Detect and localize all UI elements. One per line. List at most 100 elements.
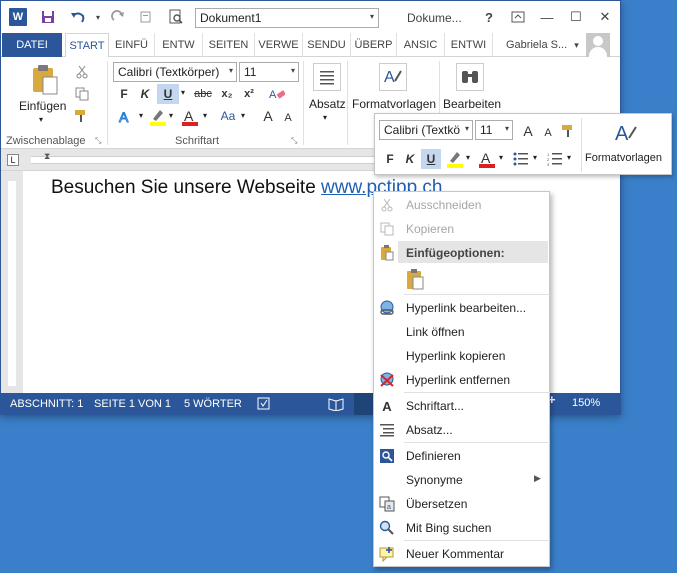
status-words[interactable]: 5 WÖRTER <box>184 398 242 410</box>
shrink-font-button[interactable]: A <box>279 109 297 127</box>
paste-icon[interactable] <box>27 63 63 97</box>
editing-group-label[interactable]: Bearbeiten <box>443 97 501 111</box>
clear-formatting-icon[interactable]: A <box>267 85 287 103</box>
chevron-down-icon[interactable]: ▾ <box>181 88 185 97</box>
mini-styles-icon[interactable]: A <box>611 120 643 146</box>
format-painter-qat-icon[interactable] <box>137 8 155 26</box>
vertical-ruler[interactable] <box>1 171 23 393</box>
mini-bold-button[interactable]: F <box>381 150 399 168</box>
tab-start[interactable]: START <box>65 33 109 58</box>
change-case-button[interactable]: Aa <box>215 107 241 125</box>
menu-item-synonyms[interactable]: Synonyme ▶ <box>374 468 549 492</box>
underline-button[interactable]: U <box>157 84 179 104</box>
highlight-color-icon[interactable] <box>147 107 169 127</box>
save-icon[interactable] <box>39 8 57 26</box>
menu-item-copy[interactable]: Kopieren <box>374 217 549 241</box>
styles-group-label[interactable]: Formatvorlagen <box>352 97 436 111</box>
tab-datei[interactable]: DATEI <box>2 33 62 57</box>
italic-button[interactable]: K <box>136 85 154 103</box>
tab-seitenlayout[interactable]: SEITEN <box>203 33 255 57</box>
menu-item-open-link[interactable]: Link öffnen <box>374 320 549 344</box>
chevron-down-icon[interactable]: ▾ <box>567 153 571 162</box>
subscript-button[interactable]: x₂ <box>217 85 237 103</box>
menu-item-define[interactable]: Definieren <box>374 444 549 468</box>
print-layout-icon[interactable] <box>354 393 374 415</box>
help-button[interactable]: ? <box>477 7 501 27</box>
menu-item-translate[interactable]: a Übersetzen <box>374 492 549 516</box>
menu-item-font[interactable]: A Schriftart... <box>374 394 549 418</box>
mini-font-color-icon[interactable]: A <box>477 149 497 169</box>
tab-entwurf[interactable]: ENTW <box>155 33 203 57</box>
tab-sendungen[interactable]: SENDU <box>303 33 351 57</box>
mini-grow-font-icon[interactable]: A <box>519 122 537 140</box>
text-effects-icon[interactable]: A <box>115 107 139 127</box>
tab-ansicht[interactable]: ANSIC <box>397 33 445 57</box>
mini-underline-button[interactable]: U <box>421 149 441 169</box>
copy-icon[interactable] <box>73 85 91 103</box>
undo-icon[interactable] <box>69 8 87 26</box>
mini-styles-label[interactable]: Formatvorlagen <box>585 152 662 164</box>
minimize-button[interactable]: — <box>535 7 559 27</box>
chevron-down-icon[interactable]: ▾ <box>323 113 327 122</box>
dialog-launcher-icon[interactable]: ⤡ <box>95 136 101 146</box>
mini-font-name-combo[interactable]: Calibri (Textkö ▾ <box>379 120 473 140</box>
chevron-down-icon[interactable]: ▾ <box>466 153 470 162</box>
grow-font-button[interactable]: A <box>259 107 277 125</box>
menu-item-new-comment[interactable]: Neuer Kommentar <box>374 542 549 566</box>
font-color-icon[interactable]: A <box>179 107 201 127</box>
tab-entwicklertools[interactable]: ENTWI <box>445 33 493 57</box>
redo-icon[interactable] <box>109 8 127 26</box>
tab-selector-icon[interactable]: L <box>7 154 19 166</box>
paragraph-group-label[interactable]: Absatz <box>309 97 346 111</box>
chevron-down-icon[interactable]: ▾ <box>241 111 245 120</box>
chevron-down-icon[interactable]: ▾ <box>139 111 143 120</box>
chevron-down-icon[interactable]: ▾ <box>203 111 207 120</box>
mini-format-painter-icon[interactable] <box>559 122 579 140</box>
document-name-select[interactable]: Dokument1 ▾ <box>195 8 379 28</box>
paragraph-icon[interactable] <box>313 63 341 91</box>
tab-ueberpruefen[interactable]: ÜBERP <box>351 33 397 57</box>
mini-highlight-icon[interactable] <box>445 149 465 169</box>
user-account[interactable]: Gabriela S... ▾ <box>506 39 579 51</box>
mini-font-size-combo[interactable]: 11 ▾ <box>475 120 513 140</box>
mini-italic-button[interactable]: K <box>401 150 419 168</box>
undo-dropdown-icon[interactable]: ▾ <box>89 8 107 26</box>
print-preview-icon[interactable] <box>167 8 185 26</box>
menu-item-edit-hyperlink[interactable]: Hyperlink bearbeiten... <box>374 296 549 320</box>
chevron-down-icon[interactable]: ▾ <box>39 115 43 124</box>
binoculars-icon[interactable] <box>456 63 484 91</box>
paste-label[interactable]: Einfügen <box>19 99 66 113</box>
zoom-level[interactable]: 150% <box>572 397 600 409</box>
mini-shrink-font-icon[interactable]: A <box>539 124 557 142</box>
menu-item-copy-hyperlink[interactable]: Hyperlink kopieren <box>374 344 549 368</box>
cut-icon[interactable] <box>73 63 91 81</box>
ribbon-display-options-icon[interactable] <box>506 7 530 27</box>
bold-button[interactable]: F <box>115 85 133 103</box>
status-section[interactable]: ABSCHNITT: 1 <box>10 398 83 410</box>
chevron-down-icon[interactable]: ▾ <box>169 111 173 120</box>
mini-numbering-icon[interactable]: 123 <box>545 149 565 169</box>
tab-verweise[interactable]: VERWE <box>255 33 303 57</box>
dialog-launcher-icon[interactable]: ⤡ <box>291 136 297 146</box>
font-name-combo[interactable]: Calibri (Textkörper) ▾ <box>113 62 237 82</box>
paste-keep-text-only-icon[interactable] <box>403 267 427 291</box>
word-logo-icon[interactable]: W <box>9 8 27 26</box>
menu-item-paragraph[interactable]: Absatz... <box>374 418 549 442</box>
menu-item-remove-hyperlink[interactable]: Hyperlink entfernen <box>374 368 549 392</box>
strikethrough-button[interactable]: abc <box>191 85 215 103</box>
font-size-combo[interactable]: 11 ▾ <box>239 62 299 82</box>
superscript-button[interactable]: x² <box>239 85 259 103</box>
close-button[interactable]: ✕ <box>593 7 617 27</box>
maximize-button[interactable]: ☐ <box>564 7 588 27</box>
mini-bullets-icon[interactable] <box>511 149 531 169</box>
chevron-down-icon[interactable]: ▾ <box>533 153 537 162</box>
proofing-icon[interactable] <box>257 397 271 414</box>
read-mode-icon[interactable] <box>328 397 344 414</box>
chevron-down-icon[interactable]: ▾ <box>499 153 503 162</box>
styles-icon[interactable]: A <box>379 63 407 91</box>
tab-einfuegen[interactable]: EINFÜ <box>109 33 155 57</box>
indent-marker-icon[interactable]: ⧗ <box>44 151 50 162</box>
format-painter-icon[interactable] <box>73 107 91 125</box>
menu-item-cut[interactable]: Ausschneiden <box>374 193 549 217</box>
avatar[interactable] <box>586 33 610 57</box>
